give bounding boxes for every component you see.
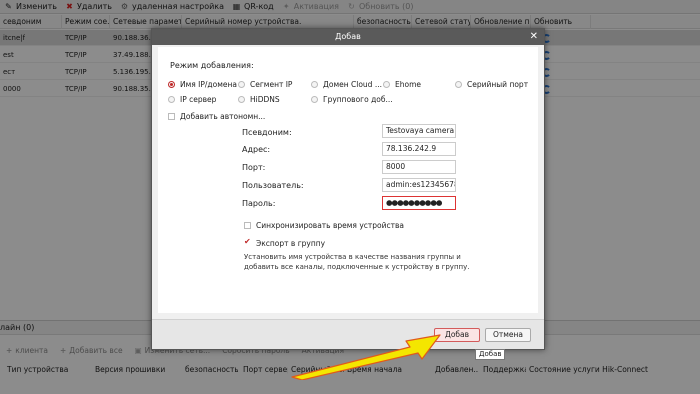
export-info-text: Установить имя устройства в качестве наз… (244, 252, 469, 272)
address-label: Адрес: (242, 145, 271, 154)
checkbox-label: Синхронизировать время устройства (256, 221, 404, 230)
dialog-body: Режим добавления: Имя IP/домена Сегмент … (158, 47, 538, 313)
radio-icon (455, 81, 462, 88)
mode-radio-ip-server[interactable]: IP сервер (168, 95, 216, 104)
export-group-checkbox[interactable]: Экспорт в группу (244, 237, 326, 248)
mode-radio-hiddns[interactable]: HiDDNS (238, 95, 280, 104)
mode-radio-batch-add[interactable]: Группового доб... (311, 95, 393, 104)
checkbox-label: Экспорт в группу (256, 239, 326, 248)
export-info-line: добавить все каналы, подключенные к устр… (244, 263, 470, 271)
radio-icon (311, 81, 318, 88)
offline-add-checkbox[interactable]: Добавить автономн... (168, 112, 265, 121)
radio-label: Группового доб... (323, 95, 393, 104)
cancel-button[interactable]: Отмена (485, 328, 531, 342)
radio-label: HiDDNS (250, 95, 280, 104)
user-field[interactable]: admin:es12345678 (382, 178, 456, 192)
checkbox-icon (244, 222, 251, 229)
user-label: Пользователь: (242, 181, 304, 190)
export-info-line: Установить имя устройства в качестве наз… (244, 253, 461, 261)
dialog-title: Добав (152, 29, 544, 45)
mode-radio-ehome[interactable]: Ehome (383, 80, 421, 89)
radio-label: IP сервер (180, 95, 217, 104)
close-icon[interactable]: ✕ (530, 29, 538, 45)
radio-icon (311, 96, 318, 103)
radio-icon (238, 96, 245, 103)
radio-label: Имя IP/домена (180, 80, 237, 89)
port-label: Порт: (242, 163, 266, 172)
radio-label: Сегмент IP (250, 80, 293, 89)
add-device-dialog: Добав ✕ Режим добавления: Имя IP/домена … (151, 28, 545, 350)
password-field[interactable]: ●●●●●●●●●● (382, 196, 456, 210)
radio-label: Ehome (395, 80, 422, 89)
port-field[interactable]: 8000 (382, 160, 456, 174)
radio-icon (168, 96, 175, 103)
mode-radio-serial-port[interactable]: Серийный порт (455, 80, 528, 89)
address-field[interactable]: 78.136.242.9 (382, 142, 456, 156)
nickname-field[interactable]: Testovaya camera (382, 124, 456, 138)
checkbox-label: Добавить автономн... (180, 112, 266, 121)
mode-radio-ip-segment[interactable]: Сегмент IP (238, 80, 292, 89)
mode-radio-ip-domain[interactable]: Имя IP/домена (168, 80, 237, 89)
nickname-label: Псевдоним: (242, 128, 292, 137)
radio-icon (383, 81, 390, 88)
mode-radio-cloud[interactable]: Домен Cloud ... (311, 80, 382, 89)
radio-label: Домен Cloud ... (323, 80, 382, 89)
checkbox-icon (168, 113, 175, 120)
radio-icon (238, 81, 245, 88)
pointer-arrow-icon (291, 334, 441, 380)
add-mode-label: Режим добавления: (170, 61, 254, 70)
radio-icon (168, 81, 175, 88)
radio-label: Серийный порт (467, 80, 529, 89)
password-label: Пароль: (242, 199, 276, 208)
checkmark-icon (244, 237, 251, 247)
sync-time-checkbox[interactable]: Синхронизировать время устройства (244, 221, 404, 230)
